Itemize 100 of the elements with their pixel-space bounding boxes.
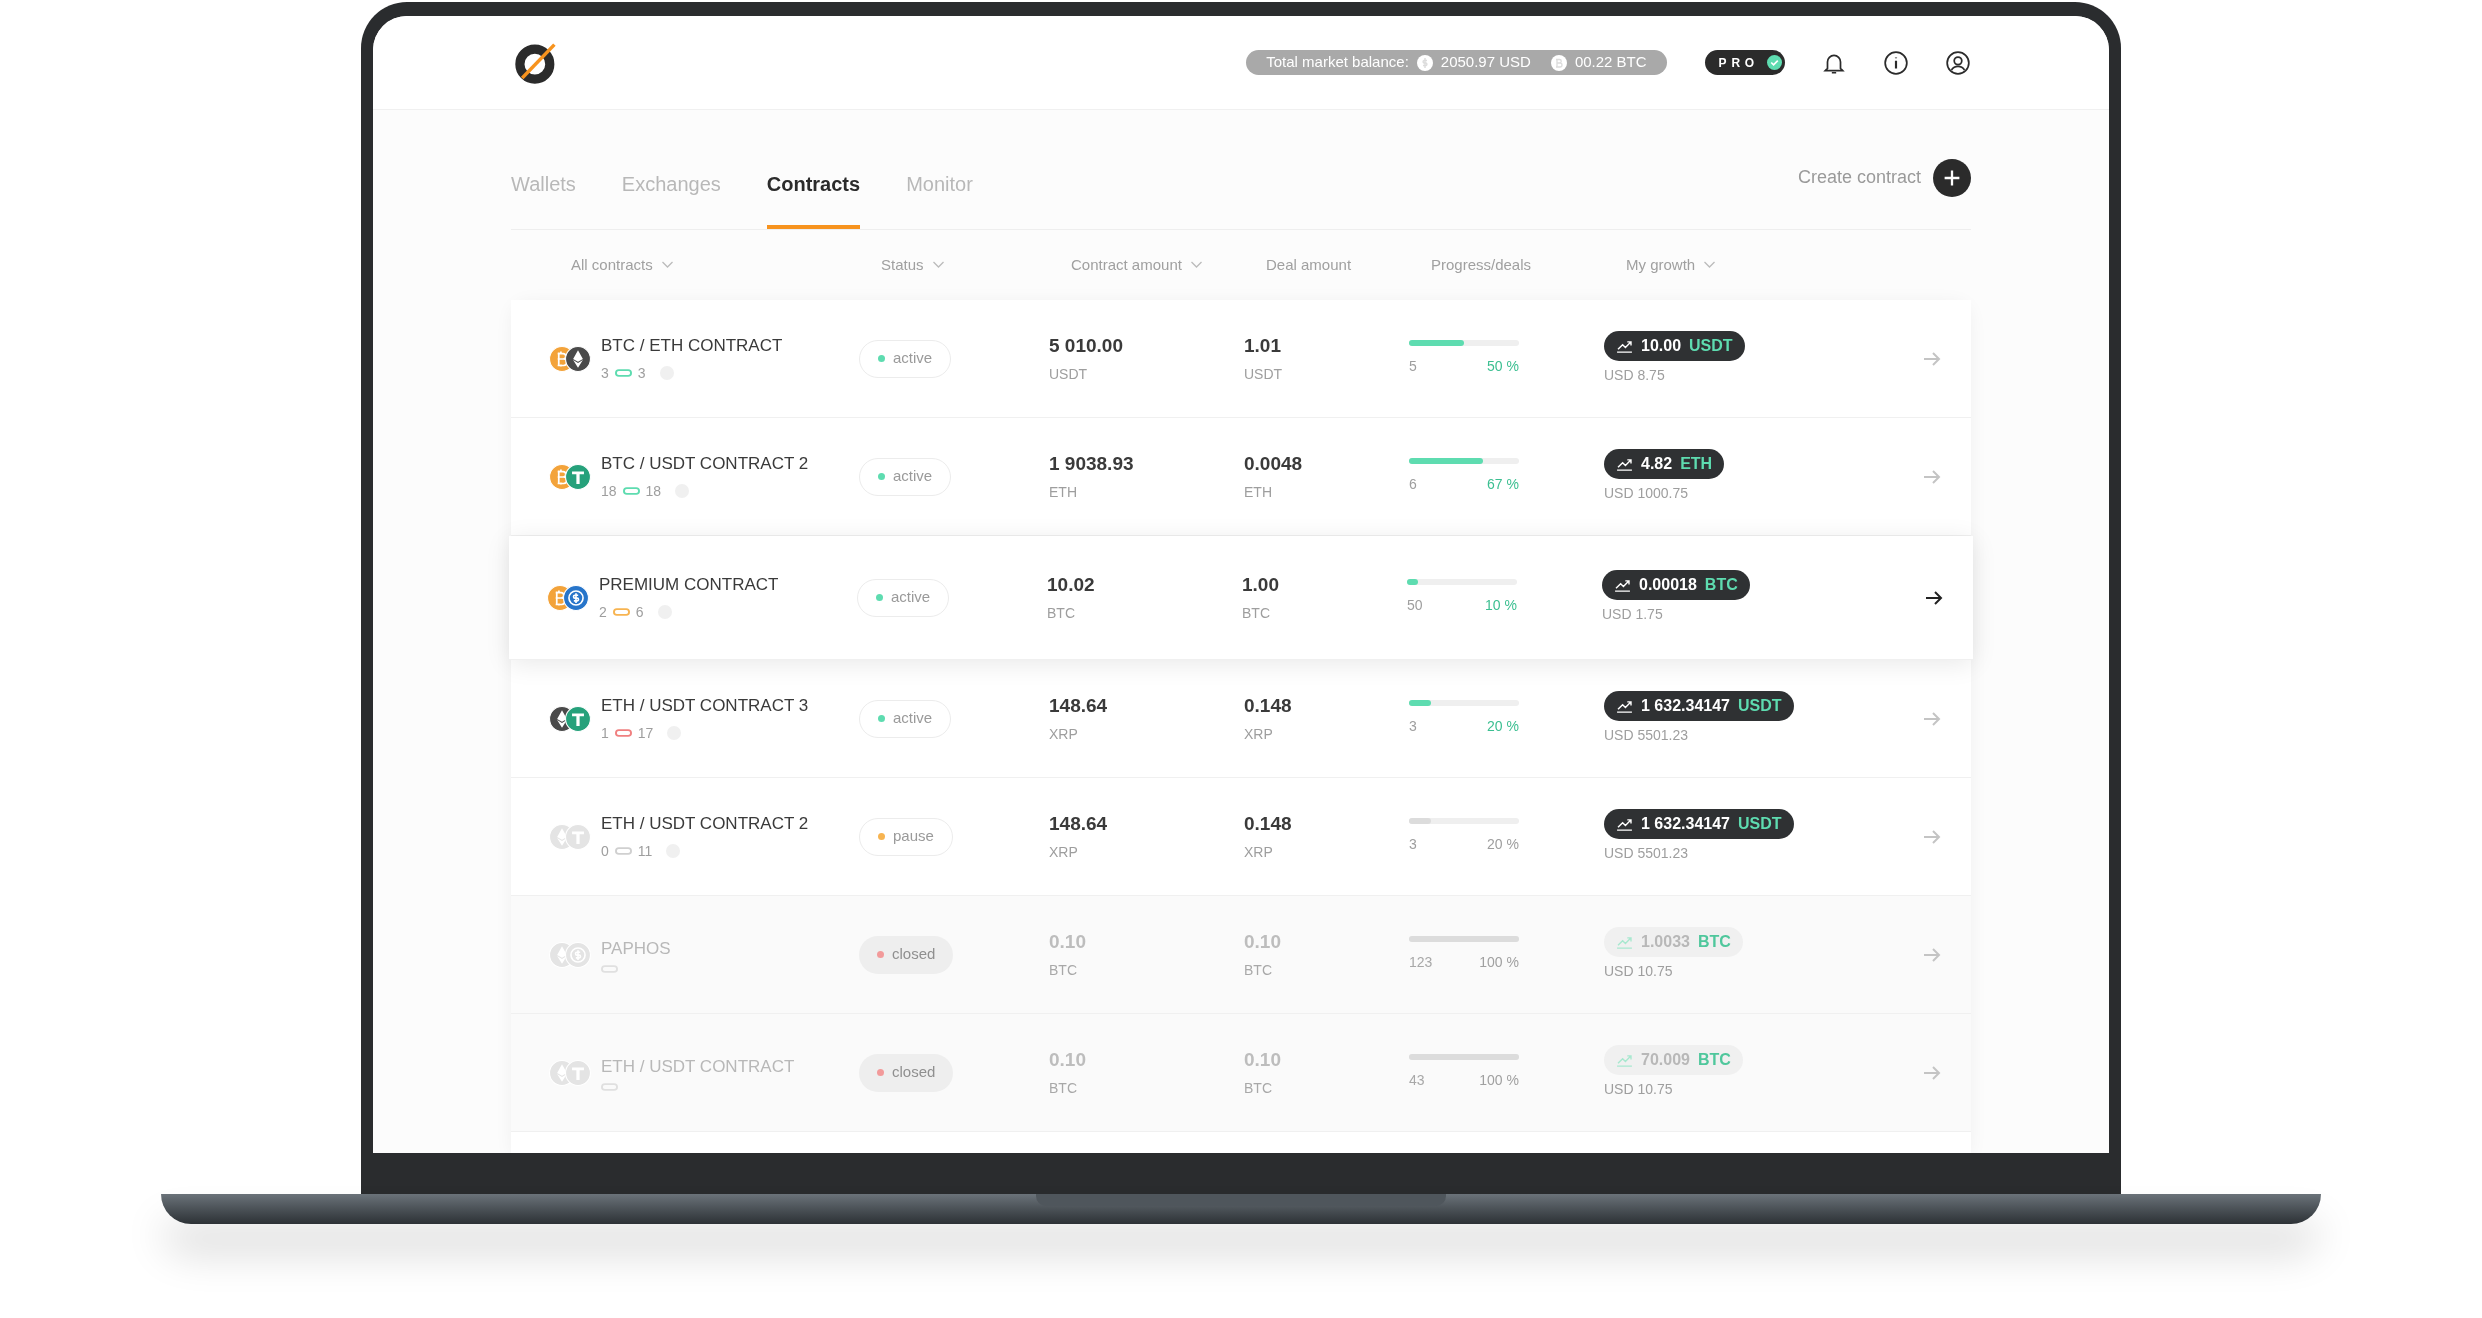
nav-tab[interactable]: Contracts [766, 169, 861, 229]
contract-name: ETH / USDT CONTRACT 3 [601, 695, 810, 718]
column-header[interactable]: Status [881, 253, 924, 277]
deal-unit: XRP [1244, 843, 1274, 863]
progress-percent: 10 % [1485, 596, 1517, 615]
info-icon[interactable] [1883, 49, 1909, 76]
dollar-coin-icon [1416, 54, 1433, 71]
contract-row[interactable]: PAPHOS closed 0.10 BTC 0.10 BTC 123 100 % 1.0033 BTC USD 10.75 [511, 896, 1971, 1014]
deposit-count: 18 [601, 481, 617, 501]
growth-usd: USD 5501.23 [1604, 844, 1689, 863]
deposit-count: 0 [601, 841, 609, 861]
deposit-count: 1 [601, 723, 609, 743]
growth-pill: 4.82 ETH [1604, 449, 1725, 479]
nav-tab[interactable]: Exchanges [621, 169, 721, 229]
deal-amount: 0.10 [1244, 929, 1282, 954]
withdrawal-count: 18 [645, 481, 662, 501]
balance-label: Total market balance: [1266, 52, 1409, 73]
amount-unit: XRP [1049, 725, 1079, 745]
trend-up-icon [1616, 935, 1633, 949]
deal-count: 6 [1409, 475, 1417, 494]
amount-unit: BTC [1049, 961, 1078, 981]
growth-pill: 0.00018 BTC [1602, 570, 1750, 600]
contract-name: ETH / USDT CONTRACT [601, 1055, 796, 1078]
contract-name: BTC / USDT CONTRACT 2 [601, 453, 810, 476]
deal-count: 50 [1407, 596, 1423, 615]
progress-percent: 100 % [1479, 953, 1519, 972]
growth-pill: 70.009 BTC [1604, 1045, 1743, 1075]
contract-row[interactable]: ETH / USDT CONTRACT closed 0.10 BTC 0.10 BTC 43 100 % 70.009 BTC USD 10.75 [511, 1014, 1971, 1132]
progress-percent: 50 % [1487, 357, 1519, 376]
trend-up-icon [1616, 457, 1633, 471]
growth-usd: USD 1.75 [1602, 605, 1663, 624]
status-pill: closed [859, 935, 954, 974]
contract-amount: 1 9038.93 [1049, 451, 1135, 476]
contract-amount: 148.64 [1049, 811, 1109, 836]
contract-amount: 0.10 [1049, 929, 1087, 954]
status-pill: closed [859, 1053, 954, 1092]
deal-amount: 1.00 [1242, 572, 1280, 597]
progress-percent: 20 % [1487, 717, 1519, 736]
progress-percent: 100 % [1479, 1071, 1519, 1090]
contract-row[interactable]: ETH / USDT CONTRACT 2 0 11 pause 148.64 XRP 0.148 XRP 3 20 % 1 632.34147 USDT USD 5501.23 [511, 778, 1971, 896]
contract-amount: 0.10 [1049, 1047, 1087, 1072]
balance-btc: 00.22 BTC [1574, 52, 1647, 73]
contract-name: PAPHOS [601, 937, 672, 960]
trend-up-icon [1614, 578, 1631, 592]
status-pill: active [859, 699, 952, 738]
growth-pill: 10.00 USDT [1604, 331, 1745, 361]
growth-usd: USD 10.75 [1604, 962, 1673, 981]
growth-pill: 1 632.34147 USDT [1604, 809, 1794, 839]
deal-unit: ETH [1244, 483, 1273, 503]
trend-up-icon [1616, 699, 1633, 713]
amount-unit: XRP [1049, 843, 1079, 863]
withdrawal-count: 11 [637, 841, 653, 861]
pro-badge: PRO [1704, 50, 1785, 75]
contract-name: PREMIUM CONTRACT [599, 574, 780, 597]
growth-usd: USD 5501.23 [1604, 726, 1689, 745]
contract-name: BTC / ETH CONTRACT [601, 335, 784, 358]
deal-amount: 0.148 [1244, 811, 1293, 836]
amount-unit: BTC [1047, 604, 1076, 624]
balance-usd: 2050.97 USD [1440, 52, 1531, 73]
column-header[interactable]: Contract amount [1071, 253, 1182, 277]
amount-unit: USDT [1049, 365, 1089, 385]
growth-usd: USD 8.75 [1604, 366, 1665, 385]
contract-name: ETH / USDT CONTRACT 2 [601, 813, 810, 836]
growth-pill: 1 632.34147 USDT [1604, 691, 1794, 721]
growth-usd: USD 10.75 [1604, 1080, 1673, 1099]
amount-unit: ETH [1049, 483, 1078, 503]
contract-row[interactable]: BTC / ETH CONTRACT 3 3 active 5 010.00 USDT 1.01 USDT 5 50 % 10.00 USDT USD 8.75 [511, 300, 1971, 418]
nav-tab[interactable]: Monitor [906, 169, 973, 229]
column-header[interactable]: My growth [1626, 253, 1696, 277]
deal-unit: BTC [1244, 961, 1273, 981]
deposit-count: 2 [599, 602, 607, 622]
status-pill: pause [859, 817, 953, 856]
deal-amount: 0.148 [1244, 693, 1293, 718]
deal-unit: XRP [1244, 725, 1274, 745]
trend-up-icon [1616, 339, 1633, 353]
column-header[interactable]: All contracts [571, 253, 653, 277]
contract-amount: 148.64 [1049, 693, 1109, 718]
withdrawal-count: 17 [637, 723, 654, 743]
deposit-count: 3 [601, 363, 609, 383]
deal-unit: USDT [1244, 365, 1284, 385]
account-icon[interactable] [1945, 49, 1971, 76]
deal-count: 3 [1409, 717, 1417, 736]
progress-percent: 20 % [1487, 835, 1519, 854]
nav-tab[interactable]: Wallets [511, 169, 576, 229]
contract-row[interactable]: ETH / USDT CONTRACT 3 1 17 active 148.64 XRP 0.148 XRP 3 20 % 1 632.34147 USDT USD 5501.23 [511, 660, 1971, 778]
contract-amount: 10.02 [1047, 572, 1096, 597]
contract-amount: 5 010.00 [1049, 333, 1124, 358]
amount-unit: BTC [1049, 1079, 1078, 1099]
plus-icon [1933, 158, 1971, 197]
column-header: Deal amount [1266, 254, 1352, 275]
deal-count: 123 [1409, 953, 1433, 972]
deal-amount: 0.0048 [1244, 451, 1304, 476]
contract-row[interactable]: BTC / USDT CONTRACT 2 18 18 active 1 9038.93 ETH 0.0048 ETH 6 67 % 4.82 ETH USD 1000.75 [511, 418, 1971, 536]
create-contract-button[interactable]: Create contract [1797, 158, 1971, 197]
column-header: Progress/deals [1431, 254, 1532, 275]
deal-amount: 0.10 [1244, 1047, 1282, 1072]
arrow-right-icon[interactable] [1925, 590, 1943, 605]
withdrawal-count: 6 [635, 602, 644, 622]
trend-up-icon [1616, 1053, 1633, 1067]
contract-row[interactable]: PREMIUM CONTRACT 2 6 active 10.02 BTC 1.00 BTC 50 10 % 0.00018 BTC USD 1.75 [509, 536, 1973, 660]
